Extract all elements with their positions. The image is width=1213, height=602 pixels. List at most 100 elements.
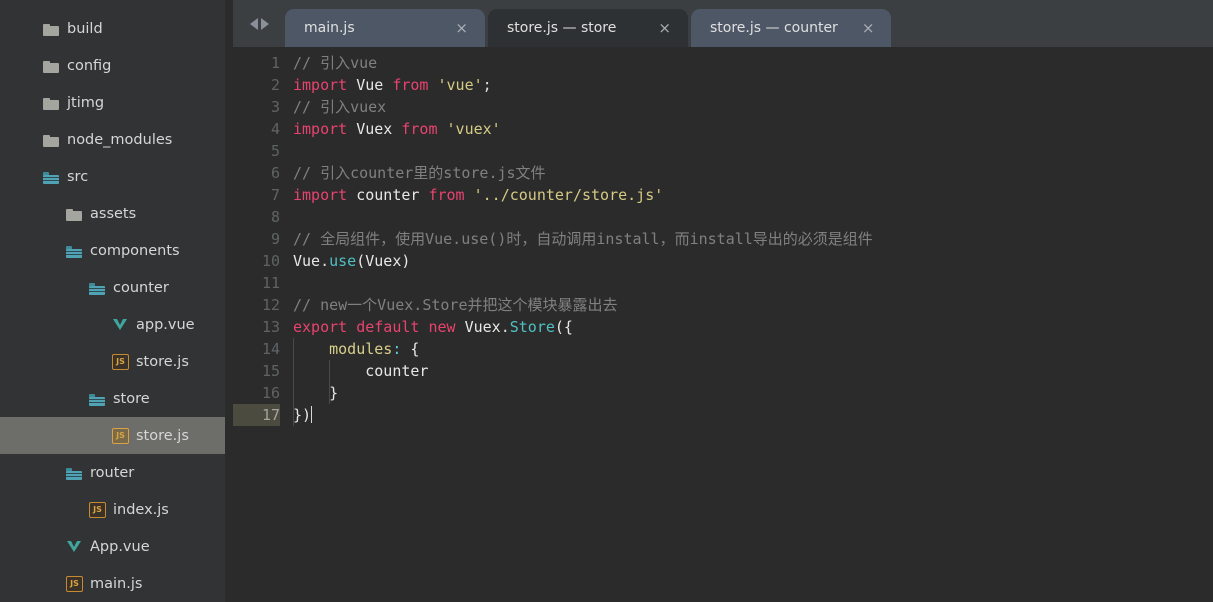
code-token: Vuex — [356, 120, 393, 138]
editor-pane: main.js × store.js — store × store.js — coun… — [233, 0, 1213, 602]
code-token: '../counter/store.js' — [473, 186, 664, 204]
code-token: ({ — [554, 318, 573, 336]
tree-item-counter[interactable]: counter — [0, 269, 225, 306]
line-number: 8 — [270, 208, 280, 226]
code-token: // 引入vuex — [293, 98, 387, 116]
editor-tab[interactable]: store.js — counter × — [691, 9, 892, 47]
tree-item-label: store.js — [136, 353, 189, 370]
code-line: // 引入counter里的store.js文件 — [293, 162, 1213, 184]
tree-item-label: counter — [113, 279, 169, 296]
line-number: 13 — [261, 318, 280, 336]
tab-list: main.js × store.js — store × store.js — coun… — [285, 9, 894, 47]
src-folder-icon — [43, 168, 60, 185]
code-token: Vuex — [464, 318, 501, 336]
code-token: // 全局组件，使用Vue.use()时，自动调用install，而instal… — [293, 230, 873, 248]
code-token: Vue — [356, 76, 384, 94]
code-line: Vue.use(Vuex) — [293, 250, 1213, 272]
code-line: import counter from '../counter/store.js… — [293, 184, 1213, 206]
line-number-gutter: 1 2 3 4 5 6 7 8 9 10 11 12 13 14 15 16 17 — [233, 52, 289, 602]
code-content[interactable]: // 引入vue import Vue from 'vue'; // 引入vuex i… — [289, 52, 1213, 602]
tree-item-label: store.js — [136, 427, 189, 444]
indent-guide — [329, 360, 330, 404]
close-icon[interactable]: × — [654, 19, 675, 38]
tree-item-label: src — [67, 168, 89, 185]
code-line: }) — [293, 404, 1213, 426]
tree-item-components[interactable]: components — [0, 232, 225, 269]
tree-item-src[interactable]: src — [0, 158, 225, 195]
editor-tab-label: main.js — [304, 20, 355, 36]
editor-tab[interactable]: main.js × — [285, 9, 485, 47]
project-file-tree[interactable]: build config jtimg node_modulessrc assets com… — [0, 0, 225, 602]
code-token: (Vue — [356, 252, 393, 270]
sidebar-divider[interactable] — [225, 0, 233, 602]
tree-item-jtimg[interactable]: jtimg — [0, 84, 225, 121]
code-token: { — [401, 340, 420, 358]
tree-item-label: main.js — [90, 575, 143, 592]
forward-arrow-icon[interactable] — [260, 17, 269, 30]
tree-item-label: config — [67, 57, 112, 74]
line-number: 5 — [270, 142, 280, 160]
code-token: modules — [329, 340, 393, 358]
line-number: 1 — [270, 54, 280, 72]
tree-item-store-js[interactable]: store.js — [0, 417, 225, 454]
line-number: 15 — [261, 362, 280, 380]
folder-icon — [43, 131, 60, 148]
folder-icon — [66, 205, 83, 222]
code-line: // new一个Vuex.Store并把这个模块暴露出去 — [293, 294, 1213, 316]
code-token: Vue — [293, 252, 321, 270]
tree-item-node-modules[interactable]: node_modules — [0, 121, 225, 158]
tree-item-build[interactable]: build — [0, 10, 225, 47]
code-token: import — [293, 186, 348, 204]
text-caret — [311, 406, 313, 423]
tree-item-main-js[interactable]: main.js — [0, 565, 225, 602]
code-token: ; — [482, 76, 492, 94]
tab-navigation-arrows[interactable] — [233, 0, 285, 47]
line-number: 2 — [270, 76, 280, 94]
code-line: counter — [293, 360, 1213, 382]
back-arrow-icon[interactable] — [249, 17, 258, 30]
editor-tab[interactable]: store.js — store × — [488, 9, 688, 47]
tree-item-assets[interactable]: assets — [0, 195, 225, 232]
code-editor[interactable]: 1 2 3 4 5 6 7 8 9 10 11 12 13 14 15 16 17 // 引入vue import… — [233, 47, 1213, 602]
line-number: 3 — [270, 98, 280, 116]
line-number: 17 — [233, 404, 280, 426]
code-token: counter — [356, 186, 420, 204]
code-token: new — [428, 318, 456, 336]
code-token: counter — [293, 362, 429, 380]
code-token: // 引入vue — [293, 54, 378, 72]
line-number: 9 — [270, 230, 280, 248]
code-token: 'vue' — [437, 76, 483, 94]
vue-file-icon — [66, 538, 83, 555]
close-icon[interactable]: × — [858, 19, 879, 38]
code-token: from — [392, 76, 429, 94]
tree-item-store-js[interactable]: store.js — [0, 343, 225, 380]
code-token: default — [356, 318, 420, 336]
line-number: 4 — [270, 120, 280, 138]
code-token: . — [500, 318, 510, 336]
tree-item-router[interactable]: router — [0, 454, 225, 491]
js-file-icon — [112, 353, 129, 370]
line-number: 14 — [261, 340, 280, 358]
tree-item-store[interactable]: store — [0, 380, 225, 417]
close-icon[interactable]: × — [451, 19, 472, 38]
tree-item-app-vue[interactable]: app.vue — [0, 306, 225, 343]
code-token: 'vuex' — [446, 120, 501, 138]
line-number: 6 — [270, 164, 280, 182]
folder-icon — [43, 94, 60, 111]
tree-item-index-js[interactable]: index.js — [0, 491, 225, 528]
tree-item-app-vue[interactable]: App.vue — [0, 528, 225, 565]
tree-item-config[interactable]: config — [0, 47, 225, 84]
code-line: } — [293, 382, 1213, 404]
indent-guide — [293, 338, 294, 426]
tree-item-label: store — [113, 390, 150, 407]
line-number: 16 — [261, 384, 280, 402]
code-line: import Vue from 'vue'; — [293, 74, 1213, 96]
